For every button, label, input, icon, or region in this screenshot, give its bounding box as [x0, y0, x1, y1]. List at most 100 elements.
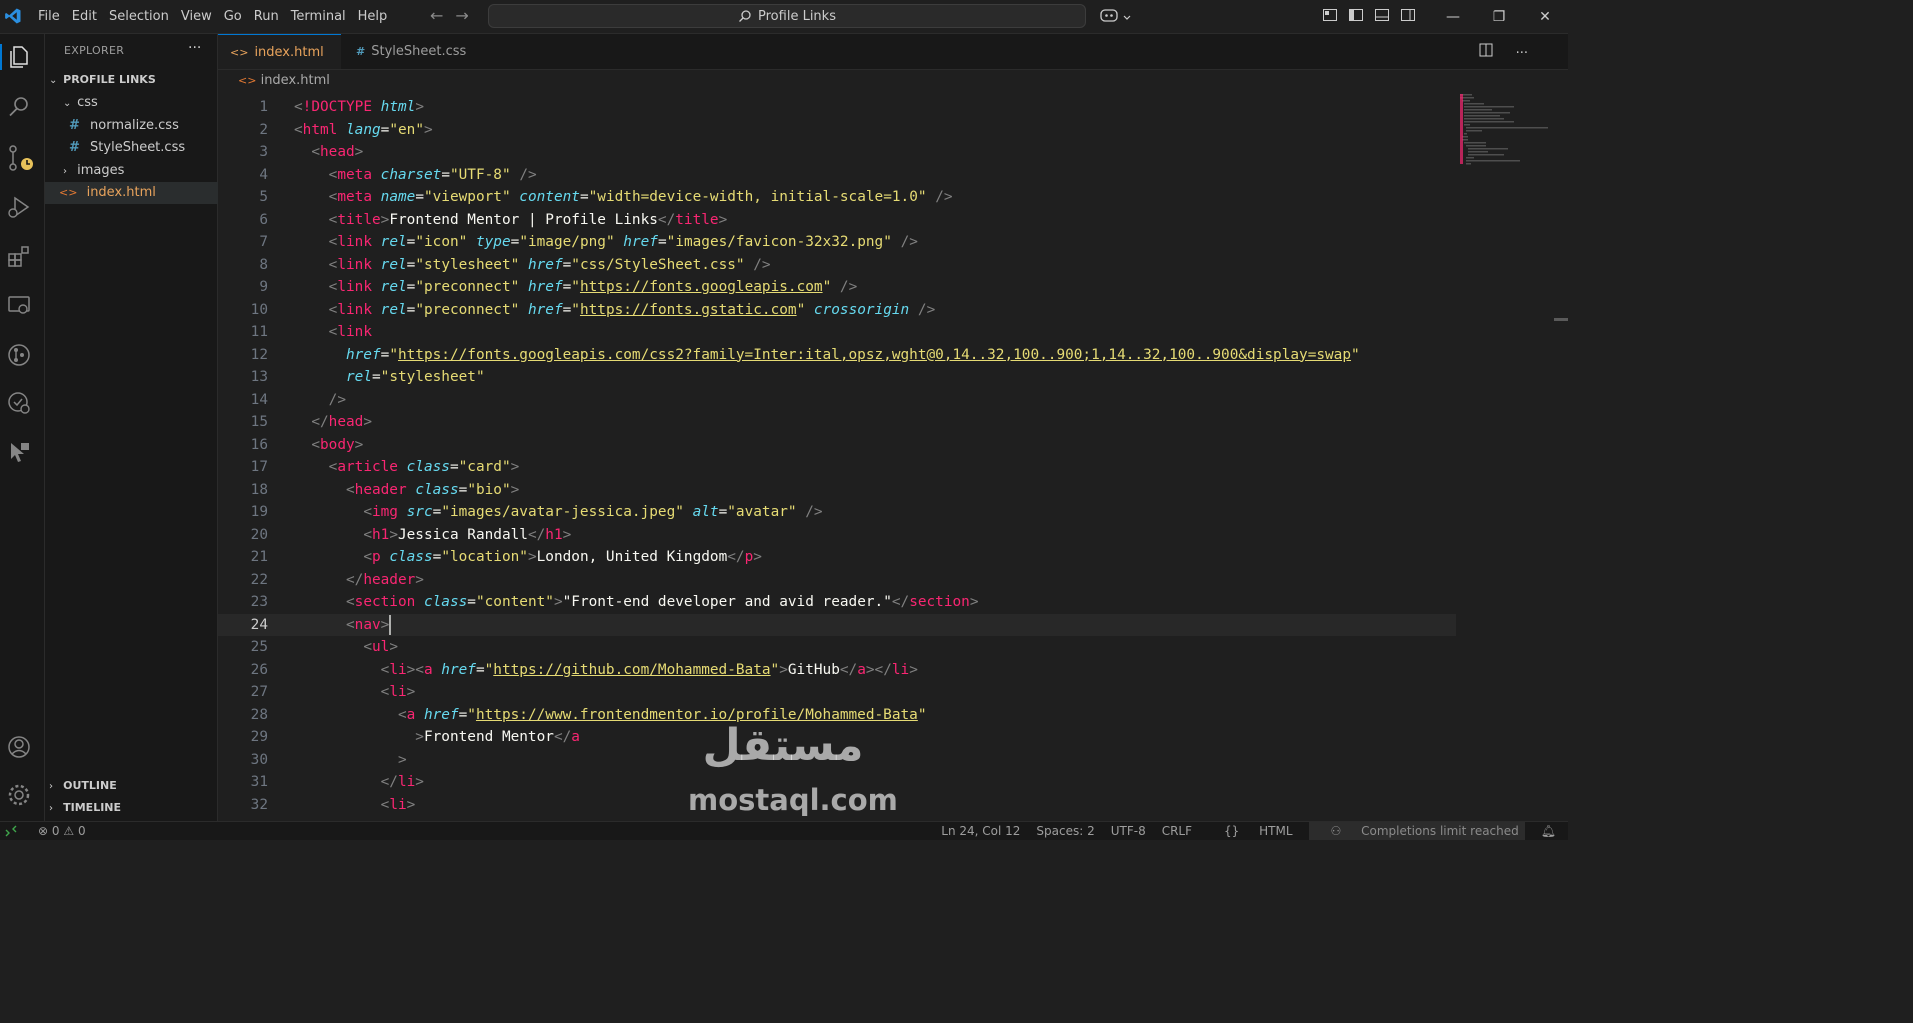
- code-line[interactable]: 18 <header class="bio">: [218, 479, 1456, 502]
- toggle-panel-icon[interactable]: [1374, 7, 1390, 23]
- source-control-icon[interactable]: [6, 144, 33, 171]
- outline-label: OUTLINE: [63, 779, 117, 792]
- project-folder-header[interactable]: ⌄ PROFILE LINKS: [45, 69, 221, 91]
- code-line[interactable]: 11 <link: [218, 321, 1456, 344]
- line-endings[interactable]: CRLF: [1162, 822, 1192, 840]
- menu-view[interactable]: View: [175, 9, 218, 24]
- code-line[interactable]: 17 <article class="card">: [218, 456, 1456, 479]
- breadcrumb-file[interactable]: index.html: [261, 73, 330, 88]
- css-file-icon: #: [69, 118, 80, 133]
- forward-arrow-icon[interactable]: →: [455, 6, 468, 25]
- problems-indicator[interactable]: ⊗ 0 ⚠ 0: [38, 822, 86, 840]
- project-folder-label: PROFILE LINKS: [63, 73, 156, 86]
- code-line[interactable]: 21 <p class="location">London, United Ki…: [218, 546, 1456, 569]
- minimap[interactable]: [1458, 92, 1548, 172]
- menu-run[interactable]: Run: [248, 9, 285, 24]
- explorer-icon[interactable]: [0, 44, 32, 70]
- line-number: 15: [250, 414, 268, 430]
- testing-icon[interactable]: [6, 390, 32, 416]
- copilot-icon: [1100, 9, 1118, 22]
- more-actions-icon[interactable]: ···: [1516, 46, 1528, 61]
- copilot-status-label: Completions limit reached: [1361, 824, 1519, 838]
- command-center-search[interactable]: Profile Links: [488, 4, 1086, 28]
- html-file-icon: <>: [238, 74, 257, 87]
- tab-stylesheet-css[interactable]: # StyleSheet.css: [344, 34, 478, 69]
- copilot-status[interactable]: ⚇ Completions limit reached: [1308, 822, 1525, 840]
- cursor-position[interactable]: Ln 24, Col 12: [941, 822, 1020, 840]
- search-icon[interactable]: [6, 94, 32, 120]
- watermark-latin-text: mostaql.com: [688, 783, 898, 817]
- code-line[interactable]: 7 <link rel="icon" type="image/png" href…: [218, 231, 1456, 254]
- code-line[interactable]: 3 <head>: [218, 141, 1456, 164]
- line-number: 6: [259, 211, 268, 228]
- code-line[interactable]: 25 <ul>: [218, 636, 1456, 659]
- code-line[interactable]: 9 <link rel="preconnect" href="https://f…: [218, 276, 1456, 299]
- code-line[interactable]: 15 </head>: [218, 411, 1456, 434]
- code-text: >: [397, 751, 407, 768]
- menu-go[interactable]: Go: [218, 9, 248, 24]
- menu-edit[interactable]: Edit: [66, 9, 103, 24]
- remote-explorer-icon[interactable]: [6, 292, 32, 318]
- code-line[interactable]: 19 <img src="images/avatar-jessica.jpeg"…: [218, 501, 1456, 524]
- code-line[interactable]: 8 <link rel="stylesheet" href="css/Style…: [218, 254, 1456, 277]
- toggle-secondary-sidebar-icon[interactable]: [1400, 7, 1416, 23]
- more-actions-icon[interactable]: ···: [188, 40, 201, 56]
- extensions-icon[interactable]: [6, 244, 32, 270]
- code-line[interactable]: 16 <body>: [218, 434, 1456, 457]
- code-line[interactable]: 10 <link rel="preconnect" href="https://…: [218, 299, 1456, 322]
- tree-item-label: normalize.css: [90, 118, 179, 133]
- code-line[interactable]: 14 />: [218, 389, 1456, 412]
- tree-item-images-folder[interactable]: › images: [45, 160, 235, 182]
- timeline-panel-header[interactable]: › TIMELINE: [45, 797, 221, 819]
- restore-icon[interactable]: ❐: [1476, 0, 1522, 33]
- accounts-icon[interactable]: [6, 734, 32, 760]
- close-window-icon[interactable]: ✕: [1522, 0, 1568, 33]
- code-line[interactable]: 20 <h1>Jessica Randall</h1>: [218, 524, 1456, 547]
- notifications-bell-icon[interactable]: 🔔︎: [1541, 822, 1556, 840]
- watermark-arabic-text: مستقل: [702, 720, 864, 771]
- back-arrow-icon[interactable]: ←: [430, 6, 443, 25]
- copilot-menu[interactable]: [1100, 7, 1132, 27]
- tab-index-html[interactable]: <>index.html ✕: [218, 34, 341, 95]
- line-number: 31: [250, 774, 268, 790]
- remote-indicator-icon[interactable]: [0, 822, 22, 840]
- menu-help[interactable]: Help: [352, 9, 394, 24]
- split-editor-icon[interactable]: [1479, 43, 1493, 61]
- menu-file[interactable]: File: [32, 9, 66, 24]
- indentation[interactable]: Spaces: 2: [1036, 822, 1094, 840]
- code-line[interactable]: 26 <li><a href="https://github.com/Moham…: [218, 659, 1456, 682]
- tree-item-css-folder[interactable]: ⌄ css: [45, 92, 235, 114]
- code-line[interactable]: 13 rel="stylesheet": [218, 366, 1456, 389]
- line-number: 21: [250, 549, 268, 565]
- encoding[interactable]: UTF-8: [1111, 822, 1146, 840]
- chevron-down-icon: [1123, 15, 1131, 20]
- code-line[interactable]: 23 <section class="content">"Front-end d…: [218, 591, 1456, 614]
- code-line[interactable]: 24 <nav>: [218, 613, 1456, 636]
- settings-gear-icon[interactable]: [6, 782, 32, 808]
- tree-item-normalize-css[interactable]: # normalize.css: [45, 115, 241, 137]
- line-number: 30: [250, 751, 268, 768]
- scrollbar-thumb[interactable]: [1554, 318, 1568, 321]
- code-line[interactable]: 5 <meta name="viewport" content="width=d…: [218, 186, 1456, 209]
- code-line[interactable]: 4 <meta charset="UTF-8" />: [218, 164, 1456, 187]
- html-file-icon: <>: [230, 46, 249, 59]
- git-graph-icon[interactable]: [6, 342, 32, 368]
- minimize-icon[interactable]: —: [1430, 0, 1476, 33]
- run-debug-icon[interactable]: [6, 194, 32, 220]
- language-mode[interactable]: {} HTML: [1208, 822, 1293, 840]
- code-line[interactable]: 12 href="https://fonts.googleapis.com/cs…: [218, 344, 1456, 367]
- tree-item-stylesheet-css[interactable]: # StyleSheet.css: [45, 137, 241, 159]
- menu-terminal[interactable]: Terminal: [285, 9, 352, 24]
- code-line[interactable]: 1 <!DOCTYPE html>: [218, 96, 1456, 119]
- code-editor[interactable]: 1 <!DOCTYPE html> 2 <html lang="en"> 3 <head…: [218, 92, 1568, 821]
- code-line[interactable]: 2 <html lang="en">: [218, 119, 1456, 142]
- code-line[interactable]: 6 <title>Frontend Mentor | Profile Links…: [218, 209, 1456, 232]
- tree-item-index-html[interactable]: <> index.html: [45, 182, 231, 204]
- cursor-pointer-extension-icon[interactable]: [6, 439, 32, 465]
- outline-panel-header[interactable]: › OUTLINE: [45, 775, 221, 797]
- code-line[interactable]: 27 <li>: [218, 681, 1456, 704]
- code-line[interactable]: 22 </header>: [218, 569, 1456, 592]
- customize-layout-icon[interactable]: [1322, 7, 1338, 23]
- menu-selection[interactable]: Selection: [103, 9, 175, 24]
- toggle-primary-sidebar-icon[interactable]: [1348, 7, 1364, 23]
